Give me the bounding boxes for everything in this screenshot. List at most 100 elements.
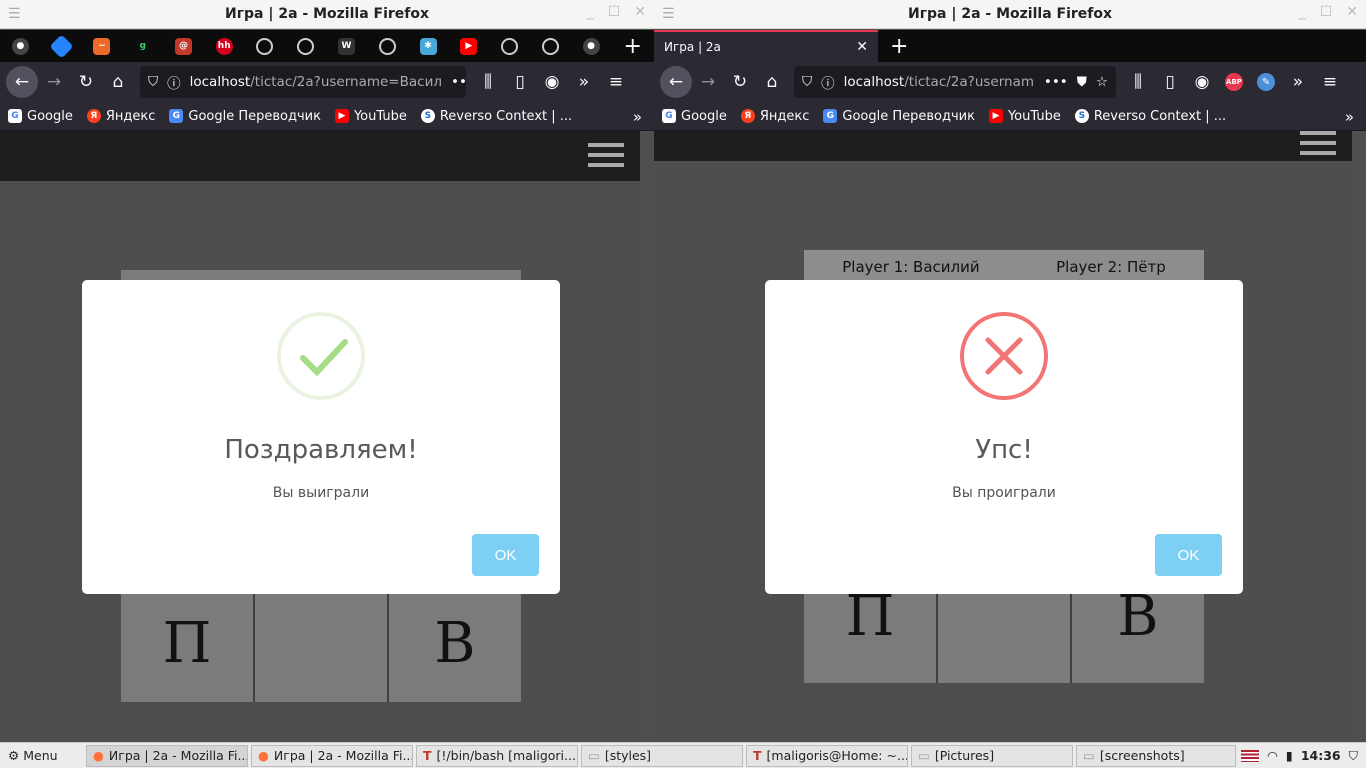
app-menu-icon[interactable]: ≡ [1314, 66, 1346, 98]
firefox-icon: ● [93, 748, 104, 763]
taskbar-item[interactable]: T [!/bin/bash [maligori... [416, 744, 578, 767]
bookmark-reverso[interactable]: S Reverso Context | ... [420, 109, 572, 124]
pinned-tab-jira[interactable] [41, 30, 82, 62]
bookmark-youtube[interactable]: ▶ YouTube [334, 109, 407, 124]
pinned-tab-globe3[interactable] [367, 30, 408, 62]
shield-icon[interactable]: ⛉ [802, 74, 812, 90]
bookmark-google[interactable]: G Google [8, 109, 73, 124]
us-flag-icon[interactable] [1241, 749, 1259, 762]
board-cell[interactable] [255, 585, 387, 702]
dialog-text: Вы проиграли [952, 485, 1056, 501]
bookmark-yandex[interactable]: Я Яндекс [86, 109, 155, 124]
start-menu-button[interactable]: ⚙ Menu [0, 748, 86, 763]
new-tab-button[interactable]: + [611, 34, 653, 59]
hamburger-icon[interactable] [588, 143, 624, 173]
pinned-tab-globe5[interactable] [530, 30, 571, 62]
reload-button[interactable]: ↻ [724, 66, 756, 98]
bookmark-translate[interactable]: G Google Переводчик [169, 109, 321, 124]
minimize-icon[interactable]: _ [1299, 4, 1306, 20]
w-icon: W [338, 37, 355, 55]
forward-button[interactable]: → [38, 66, 70, 98]
bookmark-youtube[interactable]: ▶ YouTube [988, 109, 1061, 124]
back-button[interactable]: ← [6, 66, 38, 98]
page-actions-icon[interactable]: ••• [451, 74, 466, 90]
bookmark-reverso[interactable]: S Reverso Context | ... [1074, 109, 1226, 124]
board-cell[interactable]: П [121, 585, 253, 702]
home-button[interactable]: ⌂ [756, 66, 788, 98]
info-icon[interactable]: ⓘ [167, 72, 181, 92]
close-icon[interactable]: ✕ [1346, 4, 1358, 20]
pinned-tab-github[interactable]: ● [0, 30, 41, 62]
adblock-icon[interactable]: ABP [1218, 66, 1250, 98]
taskbar-item[interactable]: ● Игра | 2a - Mozilla Fi... [86, 744, 248, 767]
close-icon[interactable]: ✕ [634, 4, 646, 20]
window-titlebar[interactable]: ☰ Игра | 2a - Mozilla Firefox _ ☐ ✕ [0, 0, 654, 29]
library-icon[interactable]: ⫼ [472, 66, 504, 98]
ok-button[interactable]: OK [1155, 534, 1222, 576]
bookmark-translate[interactable]: G Google Переводчик [823, 109, 975, 124]
pinned-tab-spiral[interactable]: @ [163, 30, 204, 62]
account-icon[interactable]: ◉ [536, 66, 568, 98]
translate-icon: G [823, 109, 838, 123]
maximize-icon[interactable]: ☐ [608, 4, 621, 20]
url-bar[interactable]: ⛉ ⓘ localhost/tictac/2a?username=Васил •… [140, 66, 466, 98]
board-cell[interactable]: В [389, 585, 521, 702]
site-navbar [0, 131, 640, 181]
overflow-chevron-icon[interactable]: » [1282, 66, 1314, 98]
pinned-tab-green[interactable]: g [122, 30, 163, 62]
extension-icon[interactable]: ✎ [1250, 66, 1282, 98]
bookmarks-overflow-icon[interactable]: » [633, 108, 642, 126]
window-titlebar[interactable]: ☰ Игра | 2a - Mozilla Firefox _ ☐ ✕ [654, 0, 1366, 29]
window-menu-icon[interactable]: ☰ [8, 6, 21, 22]
pinned-tab-github2[interactable]: ● [571, 30, 612, 62]
overflow-chevron-icon[interactable]: » [568, 66, 600, 98]
globe-icon [378, 37, 396, 55]
shield-icon[interactable]: ⛉ [148, 74, 158, 90]
pocket-icon[interactable]: ⛊ [1077, 74, 1087, 90]
pinned-tab-habr[interactable]: ~ [82, 30, 123, 62]
taskbar-item[interactable]: ▭ [screenshots] [1076, 744, 1236, 767]
hamburger-icon[interactable] [1300, 131, 1336, 161]
home-button[interactable]: ⌂ [102, 66, 134, 98]
page-actions-icon[interactable]: ••• [1044, 74, 1068, 90]
reload-button[interactable]: ↻ [70, 66, 102, 98]
bookmark-google[interactable]: G Google [662, 109, 727, 124]
account-icon[interactable]: ◉ [1186, 66, 1218, 98]
maximize-icon[interactable]: ☐ [1320, 4, 1333, 20]
pinned-tab-globe1[interactable] [245, 30, 286, 62]
pinned-tab-gear[interactable]: ✱ [408, 30, 449, 62]
taskbar-item[interactable]: ▭ [Pictures] [911, 744, 1073, 767]
taskbar-item[interactable]: ▭ [styles] [581, 744, 743, 767]
back-button[interactable]: ← [660, 66, 692, 98]
minimize-icon[interactable]: _ [587, 4, 594, 20]
url-bar[interactable]: ⛉ ⓘ localhost/tictac/2a?usernam ••• ⛊ ☆ [794, 66, 1116, 98]
tab-game[interactable]: Игра | 2a ✕ [654, 30, 878, 62]
forward-button[interactable]: → [692, 66, 724, 98]
pinned-tab-w[interactable]: W [326, 30, 367, 62]
taskbar-item[interactable]: T [maligoris@Home: ~... [746, 744, 908, 767]
info-icon[interactable]: ⓘ [821, 72, 835, 92]
bookmark-yandex[interactable]: Я Яндекс [740, 109, 809, 124]
window-menu-icon[interactable]: ☰ [662, 6, 675, 22]
pinned-tab-globe2[interactable] [285, 30, 326, 62]
wifi-icon[interactable]: ◠ [1267, 748, 1278, 763]
ok-button[interactable]: OK [472, 534, 539, 576]
close-tab-icon[interactable]: ✕ [856, 39, 868, 55]
reverso-icon: S [420, 109, 435, 123]
sidebar-icon[interactable]: ▯ [504, 66, 536, 98]
yandex-icon: Я [86, 109, 101, 123]
battery-icon[interactable]: ▮ [1286, 748, 1293, 763]
bookmark-star-icon[interactable]: ☆ [1096, 74, 1108, 90]
clock[interactable]: 14:36 [1301, 748, 1341, 763]
bookmarks-overflow-icon[interactable]: » [1345, 108, 1354, 126]
shield-tray-icon[interactable]: ⛉ [1349, 748, 1358, 764]
pinned-tab-hh[interactable]: hh [204, 30, 245, 62]
new-tab-button[interactable]: + [878, 34, 920, 59]
pinned-tab-youtube[interactable]: ▶ [448, 30, 489, 62]
app-menu-icon[interactable]: ≡ [600, 66, 632, 98]
sidebar-icon[interactable]: ▯ [1154, 66, 1186, 98]
library-icon[interactable]: ⫼ [1122, 66, 1154, 98]
reverso-icon: S [1074, 109, 1089, 123]
taskbar-item[interactable]: ● Игра | 2a - Mozilla Fi... [251, 744, 413, 767]
pinned-tab-globe4[interactable] [489, 30, 530, 62]
